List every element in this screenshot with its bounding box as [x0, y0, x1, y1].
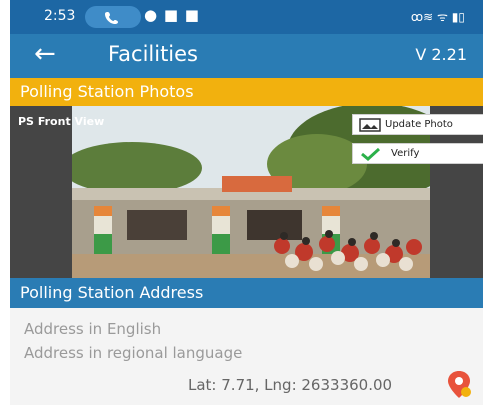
address-english[interactable]: Address in English	[24, 320, 161, 338]
checkmark-icon	[361, 147, 381, 161]
verify-label: Verify	[391, 148, 420, 159]
location-pin-icon[interactable]	[446, 370, 472, 400]
app-bar: ← Facilities V 2.21	[10, 34, 483, 78]
notification-icons: ● ■ ■	[144, 6, 200, 24]
verify-button[interactable]: Verify	[352, 143, 483, 164]
section-title-address: Polling Station Address	[20, 283, 204, 302]
section-header-address: Polling Station Address	[10, 278, 483, 308]
status-time: 2:53	[44, 8, 76, 24]
coordinates-text: Lat: 7.71, Lng: 2633360.00	[188, 376, 393, 394]
system-status-icons: ꝏ≋ ᯤ ▮▯	[410, 10, 465, 24]
photo-caption: PS Front View	[18, 115, 105, 128]
ongoing-call-pill[interactable]	[85, 6, 141, 28]
update-photo-button[interactable]: Update Photo	[352, 114, 483, 135]
section-title-photos: Polling Station Photos	[20, 82, 194, 101]
section-header-photos: Polling Station Photos	[10, 78, 483, 106]
arrow-left-icon[interactable]: ←	[34, 39, 56, 69]
page-title: Facilities	[108, 42, 198, 66]
phone-icon	[105, 12, 118, 24]
app-version: V 2.21	[415, 45, 467, 64]
status-bar: 2:53 ● ■ ■ ꝏ≋ ᯤ ▮▯	[10, 0, 483, 34]
image-icon	[359, 118, 381, 132]
app-screen: 2:53 ● ■ ■ ꝏ≋ ᯤ ▮▯ ← Facilities V 2.21 P…	[10, 0, 483, 405]
update-photo-label: Update Photo	[385, 119, 453, 130]
address-regional[interactable]: Address in regional language	[24, 344, 242, 362]
